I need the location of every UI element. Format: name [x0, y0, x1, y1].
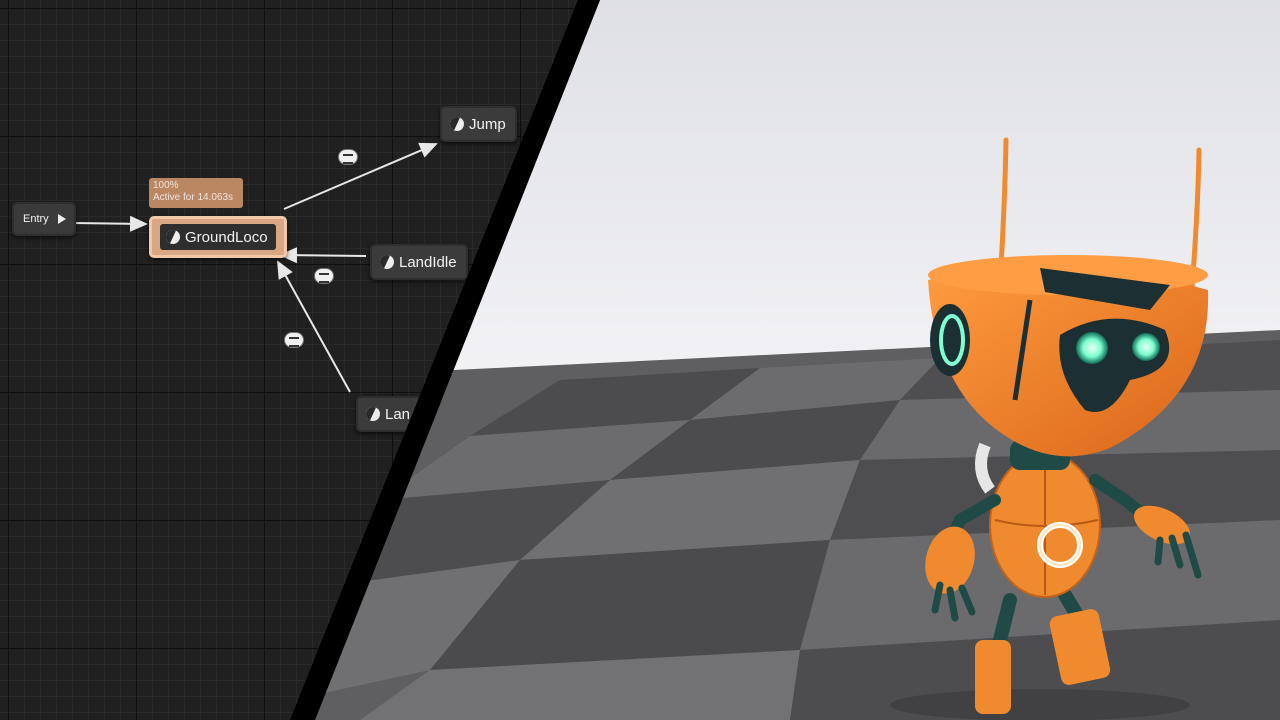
state-label: Lan [385, 405, 411, 423]
state-icon [166, 230, 180, 244]
entry-label: Entry [23, 213, 49, 225]
state-weight: 100% [153, 180, 179, 191]
state-node-jump[interactable]: Jump [440, 106, 517, 142]
transition-rule-icon[interactable] [314, 268, 334, 284]
state-icon [366, 407, 380, 421]
state-label: Jump [469, 115, 506, 133]
editor-stage: Entry 100% Active for 14.063s GroundLoco… [0, 0, 1280, 720]
state-node-groundloco[interactable]: GroundLoco [149, 216, 287, 258]
landidle-to-groundloco-wire[interactable] [279, 247, 367, 264]
land-to-groundloco-wire[interactable] [277, 260, 351, 393]
state-node-landidle[interactable]: LandIdle [370, 244, 468, 280]
transition-rule-icon[interactable] [284, 332, 304, 348]
state-label: LandIdle [399, 253, 457, 271]
state-icon [450, 117, 464, 131]
groundloco-to-jump-wire[interactable] [283, 142, 438, 210]
entry-transition-wire [72, 215, 148, 232]
entry-arrow-icon [57, 214, 66, 224]
state-node-land[interactable]: Lan [356, 396, 422, 432]
transition-rule-icon[interactable] [338, 149, 358, 165]
active-state-tooltip: 100% Active for 14.063s [149, 178, 243, 208]
state-active-time: Active for 14.063s [153, 192, 234, 203]
state-label: GroundLoco [185, 228, 268, 246]
state-icon [380, 255, 394, 269]
entry-node[interactable]: Entry [12, 202, 76, 236]
